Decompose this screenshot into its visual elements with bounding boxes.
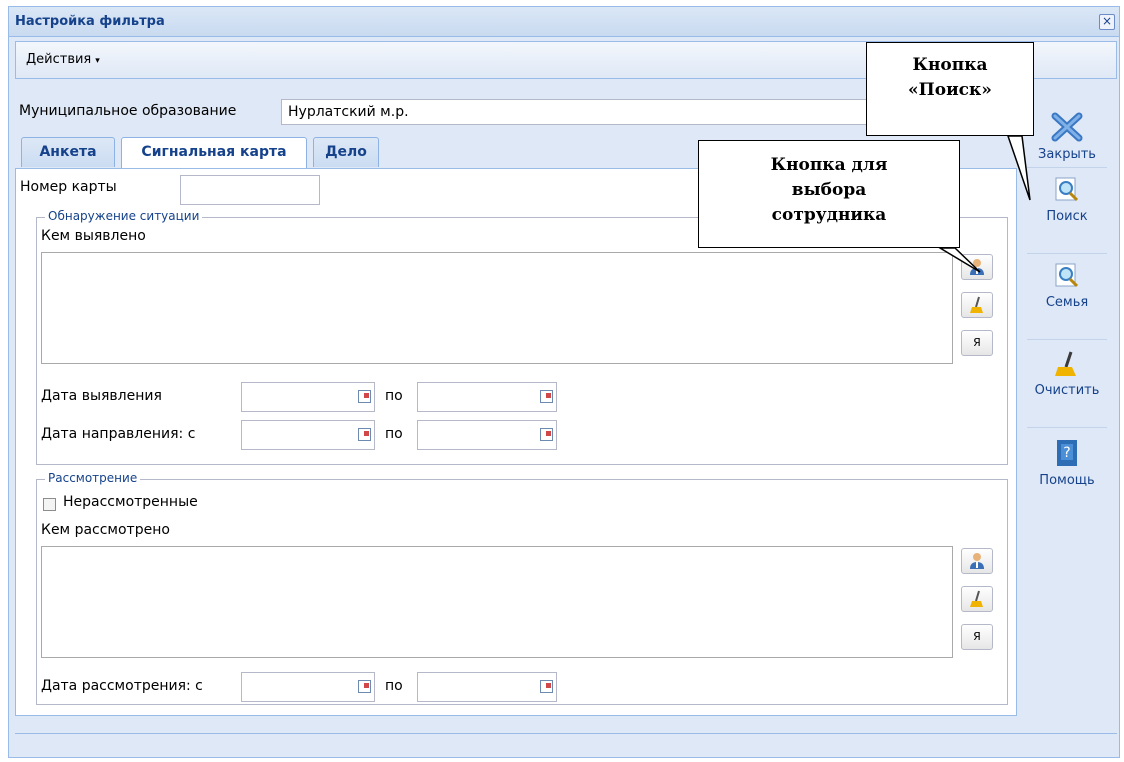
tab-signal-card[interactable]: Сигнальная карта <box>121 137 307 169</box>
select-reviewer-button[interactable] <box>961 548 993 574</box>
svg-text:?: ? <box>1063 445 1070 461</box>
reviewed-by-textarea[interactable] <box>41 546 953 658</box>
clear-label: Очистить <box>1034 383 1100 398</box>
calendar-icon[interactable] <box>358 390 371 403</box>
actions-menu-label: Действия <box>26 52 92 67</box>
detection-legend: Обнаружение ситуации <box>45 209 203 223</box>
direction-date-label: Дата направления: с <box>41 426 196 442</box>
municipality-input[interactable]: Нурлатский м.р. <box>281 99 941 125</box>
detected-by-textarea[interactable] <box>41 252 953 364</box>
reviewed-by-label: Кем рассмотрено <box>41 522 170 538</box>
select-callout-line3: сотрудника <box>771 205 887 225</box>
employee-icon <box>970 259 984 275</box>
review-date-to-label: по <box>385 678 403 694</box>
window-title: Настройка фильтра <box>15 14 165 29</box>
search-icon <box>1055 263 1079 288</box>
select-employee-callout: Кнопка для выбора сотрудника <box>698 140 960 248</box>
divider <box>1027 427 1107 428</box>
detection-date-to[interactable] <box>417 382 557 412</box>
card-number-label: Номер карты <box>20 179 117 195</box>
calendar-icon[interactable] <box>540 390 553 403</box>
direction-date-from[interactable] <box>241 420 375 450</box>
clear-employee-button[interactable] <box>961 292 993 318</box>
tab-panel-signal-card: Номер карты Обнаружение ситуации Кем выя… <box>15 168 1017 716</box>
help-label: Помощь <box>1039 473 1095 488</box>
search-callout: Кнопка «Поиск» <box>866 42 1034 136</box>
review-date-to[interactable] <box>417 672 557 702</box>
calendar-icon[interactable] <box>540 680 553 693</box>
select-employee-button[interactable] <box>961 254 993 280</box>
divider <box>1027 253 1107 254</box>
close-x-icon <box>1051 112 1083 142</box>
reviewer-me-button[interactable]: Я <box>961 624 993 650</box>
chevron-down-icon: ▾ <box>95 56 100 66</box>
review-legend: Рассмотрение <box>45 471 141 485</box>
detection-date-to-label: по <box>385 388 403 404</box>
select-callout-line2: выбора <box>791 180 867 200</box>
card-number-input[interactable] <box>180 175 320 205</box>
window-titlebar[interactable]: Настройка фильтра × <box>9 7 1119 37</box>
detected-by-label: Кем выявлено <box>41 228 146 244</box>
family-button[interactable]: Семья <box>1019 261 1115 310</box>
employee-icon <box>970 553 984 569</box>
me-button[interactable]: Я <box>961 330 993 356</box>
close-label: Закрыть <box>1038 147 1096 162</box>
search-icon <box>1055 177 1079 202</box>
help-book-icon: ? <box>1057 440 1077 466</box>
detection-date-from[interactable] <box>241 382 375 412</box>
broom-icon <box>1055 351 1076 376</box>
municipality-label: Муниципальное образование <box>19 103 237 119</box>
review-date-from[interactable] <box>241 672 375 702</box>
divider <box>1027 339 1107 340</box>
search-label: Поиск <box>1046 209 1088 224</box>
detection-date-label: Дата выявления <box>41 388 162 404</box>
status-bar <box>15 733 1117 754</box>
right-action-bar: Закрыть Поиск Семья Очистить ? Помощь <box>1019 81 1115 731</box>
detection-fieldset: Обнаружение ситуации Кем выявлено Я Дата… <box>36 209 1008 465</box>
tab-anketa[interactable]: Анкета <box>21 137 115 167</box>
family-label: Семья <box>1045 295 1089 310</box>
broom-icon <box>970 590 983 607</box>
window-close-icon[interactable]: × <box>1099 14 1115 30</box>
search-button[interactable]: Поиск <box>1019 175 1115 224</box>
calendar-icon[interactable] <box>358 428 371 441</box>
clear-reviewer-button[interactable] <box>961 586 993 612</box>
tab-delo[interactable]: Дело <box>313 137 379 167</box>
search-callout-line2: «Поиск» <box>908 80 992 100</box>
divider <box>1027 167 1107 168</box>
help-button[interactable]: ? Помощь <box>1019 437 1115 488</box>
actions-menu-button[interactable]: Действия ▾ <box>26 52 100 67</box>
unreviewed-checkbox[interactable] <box>43 498 56 511</box>
calendar-icon[interactable] <box>358 680 371 693</box>
direction-date-to[interactable] <box>417 420 557 450</box>
unreviewed-label[interactable]: Нерассмотренные <box>63 494 198 510</box>
broom-icon <box>970 296 983 313</box>
direction-date-to-label: по <box>385 426 403 442</box>
search-callout-line1: Кнопка <box>912 55 988 75</box>
clear-button[interactable]: Очистить <box>1019 349 1115 398</box>
select-callout-line1: Кнопка для <box>770 155 888 175</box>
calendar-icon[interactable] <box>540 428 553 441</box>
review-fieldset: Рассмотрение Нерассмотренные Кем рассмот… <box>36 471 1008 705</box>
review-date-label: Дата рассмотрения: с <box>41 678 203 694</box>
